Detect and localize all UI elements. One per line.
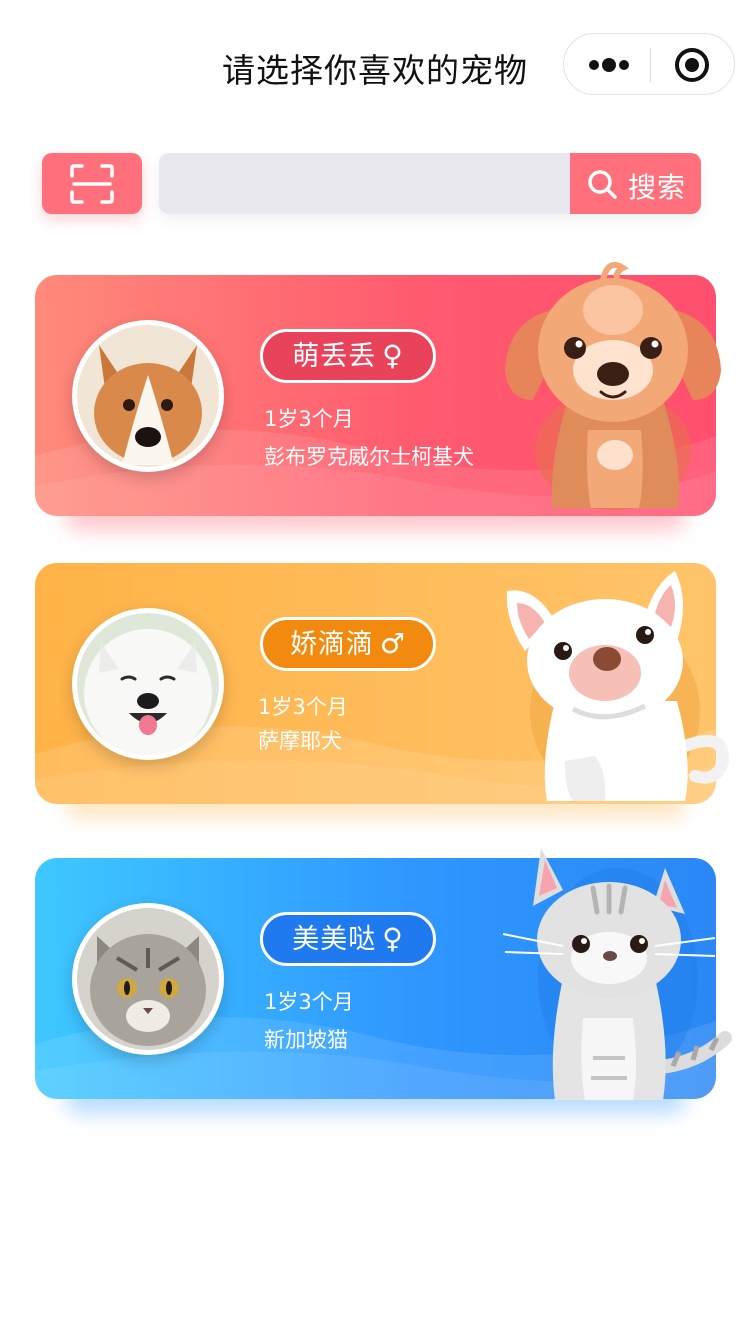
search-button-label: 搜索 — [628, 171, 687, 204]
navigation-bar: 请选择你喜欢的宠物 — [0, 0, 750, 135]
pet-name: 美美哒 — [292, 924, 377, 955]
corgi-photo — [77, 325, 219, 467]
pet-name-pill: 萌丢丢 ♀ — [260, 329, 436, 383]
mini-program-capsule — [563, 33, 735, 95]
pet-age: 1岁3个月 — [258, 695, 348, 719]
pet-avatar-samoyed — [72, 608, 224, 760]
cartoon-cat-illustration — [502, 848, 732, 1100]
pet-name: 娇滴滴 — [289, 629, 374, 660]
pet-avatar-cat — [72, 903, 224, 1055]
pet-name-pill: 娇滴滴 ♂ — [260, 617, 436, 671]
female-icon: ♀ — [382, 339, 404, 372]
pet-name: 萌丢丢 — [292, 341, 377, 372]
cartoon-white-dog-illustration — [506, 571, 730, 801]
pet-card-1[interactable]: 萌丢丢 ♀ 1岁3个月 彭布罗克威尔士柯基犬 — [35, 262, 721, 530]
female-icon: ♀ — [382, 922, 404, 955]
more-dots-icon[interactable] — [586, 49, 632, 81]
pet-breed: 彭布罗克威尔士柯基犬 — [264, 445, 474, 469]
target-icon[interactable] — [674, 47, 710, 83]
pet-name-pill: 美美哒 ♀ — [260, 912, 436, 966]
pet-age: 1岁3个月 — [264, 990, 354, 1014]
search-input[interactable] — [159, 153, 570, 214]
search-button[interactable]: 搜索 — [570, 153, 701, 214]
pet-breed: 新加坡猫 — [264, 1028, 348, 1052]
pet-card-2[interactable]: 娇滴滴 ♂ 1岁3个月 萨摩耶犬 — [35, 563, 730, 818]
cartoon-puppy-illustration — [505, 262, 721, 510]
search-icon — [588, 170, 617, 199]
pet-age: 1岁3个月 — [264, 407, 354, 431]
samoyed-photo — [77, 613, 219, 757]
search-bar: 搜索 — [159, 153, 701, 214]
scan-icon — [70, 164, 114, 204]
scan-button[interactable] — [42, 153, 142, 214]
capsule-divider — [650, 48, 651, 82]
pet-card-3[interactable]: 美美哒 ♀ 1岁3个月 新加坡猫 — [35, 848, 732, 1113]
cat-photo — [77, 908, 219, 1050]
male-icon: ♂ — [379, 627, 407, 660]
pet-avatar-corgi — [72, 320, 224, 472]
pet-breed: 萨摩耶犬 — [258, 729, 342, 753]
